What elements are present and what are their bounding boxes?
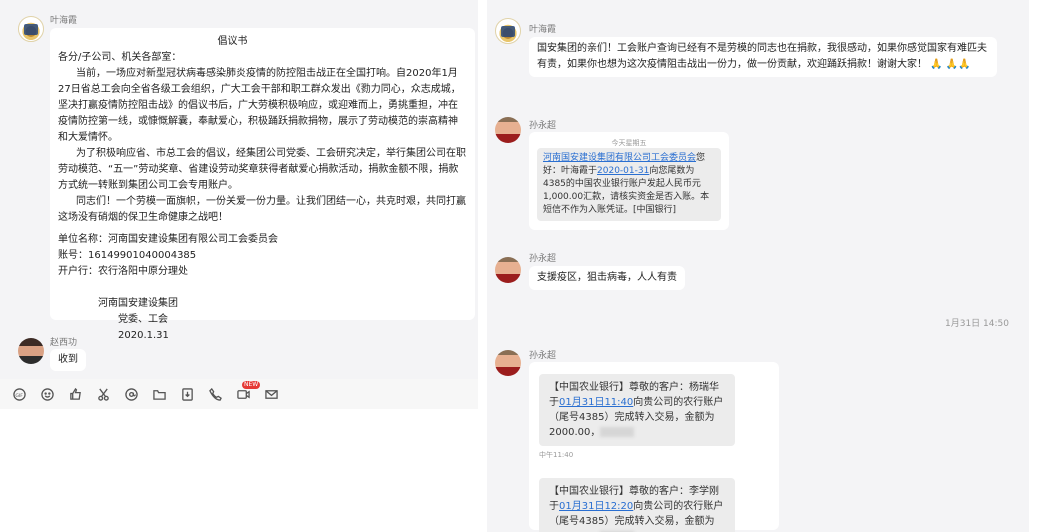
message-input[interactable] [0,409,478,532]
sender-name: 叶海霞 [50,16,78,26]
sms-card: 【中国农业银行】尊敬的客户：李学刚于01月31日12:20向贵公司的农行账户（尾… [539,478,735,532]
avatar[interactable] [18,16,44,42]
message-bubble: 收到 [50,349,86,371]
signature-org: 河南国安建设集团 [98,298,178,309]
time-link[interactable]: 01月31日11:40 [559,397,633,408]
sender-name: 孙永超 [529,254,557,264]
svg-text:GIF: GIF [15,392,23,398]
sms-time: 中午11:40 [539,451,574,459]
letter-title: 倡议书 [217,36,248,47]
day-label: 今天星期五 [611,139,647,147]
letter-paragraph: 同志们！一个劳模一面旗帜，一份关爱一份力量。让我们团结一心，共克时艰，共同打赢这… [58,196,466,223]
image-message[interactable]: 今天星期五 河南国安建设集团有限公司工会委员会您好：叶海霞于2020-01-31… [529,132,729,230]
letter-greeting: 各分/子公司、机关各部室： [58,52,182,63]
signature-date: 2020.1.31 [118,330,169,341]
account-number: 账号：16149901040004385 [58,250,197,261]
redacted-text [600,427,635,437]
sender-name: 孙永超 [529,351,557,361]
message-text: 收到 [58,354,78,365]
save-icon[interactable] [180,387,194,401]
avatar[interactable] [495,350,521,376]
date-link[interactable]: 2020-01-31 [597,166,649,176]
bank-name: 开户行：农行洛阳中原分理处 [58,266,188,277]
org-name: 河南国安建设集团有限公司工会委员会 [543,153,697,163]
avatar[interactable] [495,117,521,143]
sender-name: 孙永超 [529,121,557,131]
image-message[interactable]: 【中国农业银行】尊敬的客户：杨瑞华于01月31日11:40向贵公司的农行账户（尾… [529,362,779,532]
time-link[interactable]: 01月31日12:20 [559,501,633,512]
message-bubble: 倡议书 各分/子公司、机关各部室： 当前，一场应对新型冠状病毒感染肺炎疫情的防控… [50,28,475,341]
message-bubble: 支援疫区，狙击病毒，人人有责 [529,266,685,290]
letter-paragraph: 为了积极响应省、市总工会的倡议，经集团公司党委、工会研究决定，举行集团公司在职劳… [58,148,466,191]
message-text: 国安集团的亲们！工会账户查询已经有不是劳模的同志也在捐款，我很感动，如果你感觉国… [537,43,987,70]
message-text: 支援疫区，狙击病毒，人人有责 [537,272,677,283]
mention-icon[interactable] [124,387,138,401]
mail-icon[interactable] [264,387,278,401]
like-icon[interactable] [68,387,82,401]
avatar[interactable] [18,338,44,364]
avatar[interactable] [495,18,521,44]
sms-card: 河南国安建设集团有限公司工会委员会您好：叶海霞于2020-01-31向您尾数为4… [537,148,721,221]
right-chat-panel: 叶海霞 国安集团的亲们！工会账户查询已经有不是劳模的同志也在捐款，我很感动，如果… [487,0,1029,532]
timestamp: 1月31日 14:50 [945,319,1009,329]
praying-hands-icon: 🙏 🙏🙏 [930,59,971,70]
sender-name: 赵西功 [50,338,78,348]
gif-icon[interactable]: GIF [12,387,26,401]
scissors-icon[interactable] [96,387,110,401]
chat-toolbar: GIF NEW [0,379,478,409]
panel-divider [478,0,487,532]
phone-icon[interactable] [208,387,222,401]
sms-card: 【中国农业银行】尊敬的客户：杨瑞华于01月31日11:40向贵公司的农行账户（尾… [539,374,735,446]
folder-icon[interactable] [152,387,166,401]
message-bubble: 国安集团的亲们！工会账户查询已经有不是劳模的同志也在捐款，我很感动，如果你感觉国… [529,37,997,77]
avatar[interactable] [495,257,521,283]
signature-dept: 党委、工会 [118,314,168,325]
video-icon[interactable]: NEW [236,381,261,401]
letter-paragraph: 当前，一场应对新型冠状病毒感染肺炎疫情的防控阻击战正在全国打响。自2020年1月… [58,68,461,143]
new-badge: NEW [242,381,261,389]
emoji-icon[interactable] [40,387,54,401]
unit-name: 单位名称：河南国安建设集团有限公司工会委员会 [58,234,278,245]
sender-name: 叶海霞 [529,25,557,35]
left-chat-panel: 叶海霞 倡议书 各分/子公司、机关各部室： 当前，一场应对新型冠状病毒感染肺炎疫… [0,0,478,532]
